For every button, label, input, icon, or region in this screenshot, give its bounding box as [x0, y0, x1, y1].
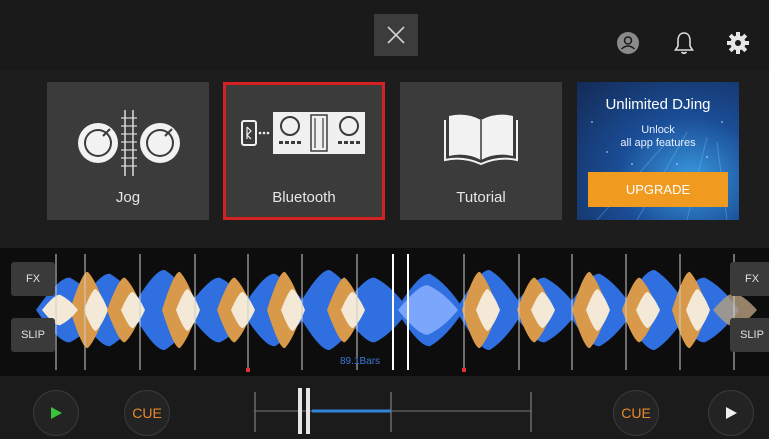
- slip-button-right[interactable]: SLIP: [730, 318, 769, 352]
- play-icon: [726, 407, 737, 419]
- upgrade-promo[interactable]: Unlimited DJing Unlock all app features …: [577, 82, 739, 220]
- play-button-left[interactable]: [33, 390, 79, 436]
- upgrade-button[interactable]: UPGRADE: [588, 172, 728, 207]
- crossfader[interactable]: [254, 386, 534, 436]
- promo-subtitle-line: all app features: [620, 137, 696, 149]
- promo-subtitle: Unlock all app features: [577, 124, 739, 150]
- cue-button-right[interactable]: CUE: [613, 390, 659, 436]
- promo-title: Unlimited DJing: [605, 96, 711, 113]
- tile-jog[interactable]: Jog: [47, 82, 209, 220]
- bell-icon: [674, 32, 694, 55]
- gear-icon: [727, 32, 749, 54]
- bars-readout: 89.1Bars: [340, 356, 381, 367]
- mode-menu: Jog Bluetooth Tutorial Unlimited DJing U…: [0, 70, 769, 248]
- jog-wheels-icon: [78, 110, 180, 176]
- fx-button-right[interactable]: FX: [730, 262, 769, 296]
- settings-button[interactable]: [725, 30, 751, 56]
- close-button[interactable]: [374, 14, 418, 56]
- transport-bar: CUE CUE: [0, 376, 769, 439]
- bluetooth-controller-icon: [241, 112, 365, 154]
- cue-marker: [246, 368, 250, 372]
- waveform-area[interactable]: FX SLIP FX SLIP 89.1Bars: [0, 248, 769, 376]
- profile-button[interactable]: [615, 30, 641, 56]
- promo-subtitle-line: Unlock: [641, 124, 675, 136]
- tile-label: Tutorial: [456, 189, 506, 206]
- tile-label: Jog: [115, 189, 141, 206]
- fx-button-left[interactable]: FX: [11, 262, 55, 296]
- cue-button-left[interactable]: CUE: [124, 390, 170, 436]
- top-bar: [0, 0, 769, 70]
- cue-marker: [462, 368, 466, 372]
- tile-tutorial[interactable]: Tutorial: [400, 82, 562, 220]
- book-icon: [444, 114, 518, 166]
- cue-label: CUE: [132, 405, 162, 421]
- notifications-button[interactable]: [671, 30, 697, 56]
- tile-label: Bluetooth: [272, 189, 336, 206]
- profile-icon: [617, 32, 639, 54]
- cue-label: CUE: [621, 405, 651, 421]
- play-button-right[interactable]: [708, 390, 754, 436]
- slip-button-left[interactable]: SLIP: [11, 318, 55, 352]
- close-icon: [387, 26, 405, 44]
- tile-bluetooth[interactable]: Bluetooth: [223, 82, 385, 220]
- play-icon: [51, 407, 62, 419]
- waveform-display: [36, 254, 757, 372]
